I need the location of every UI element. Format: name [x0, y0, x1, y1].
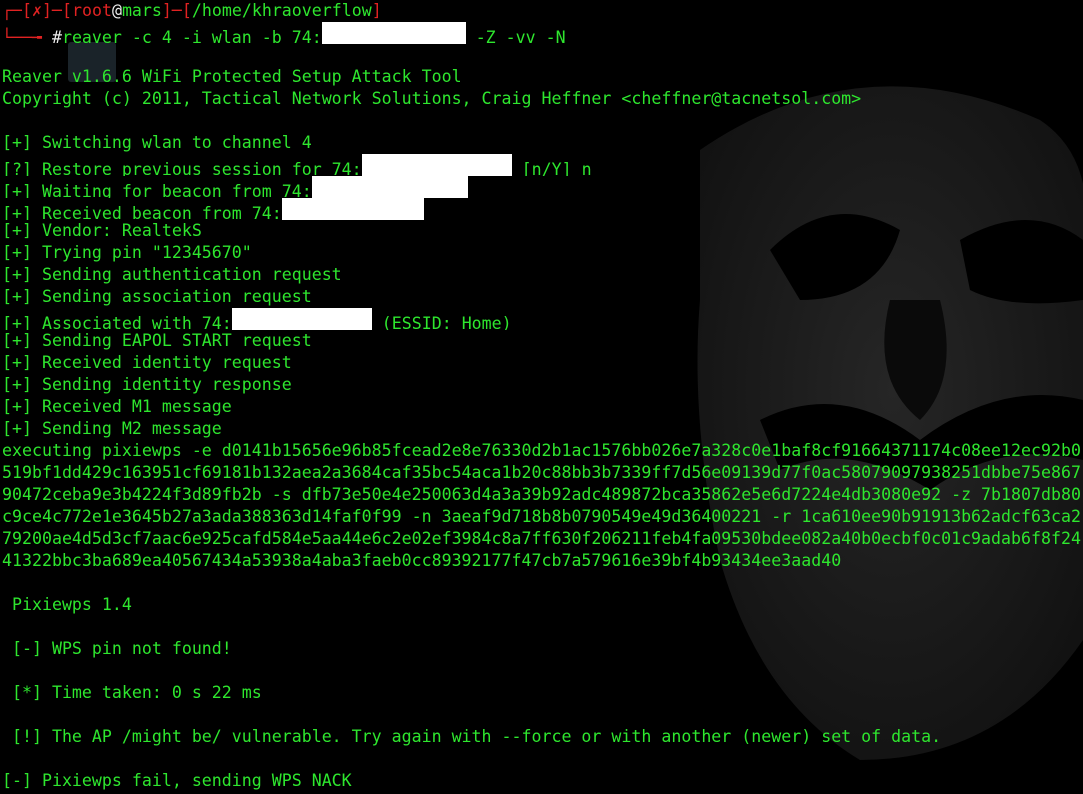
prompt-host: mars: [121, 1, 162, 20]
pixie-fail: [-] Pixiewps fail, sending WPS NACK: [2, 771, 352, 790]
pixie-version: Pixiewps 1.4: [2, 595, 132, 614]
tool-title: Reaver v1.6.6 WiFi Protected Setup Attac…: [2, 67, 462, 86]
pixie-command-line: c9ce4c772e1e3645b27a3ada388363d14faf0f99…: [2, 507, 1081, 526]
log-trying-pin: [+] Trying pin "12345670": [2, 243, 252, 262]
command-tail: -Z -vv -N: [465, 28, 566, 44]
log-waiting: [+] Waiting for beacon from 74:: [2, 176, 1083, 198]
log-associated: [+] Associated with 74: (ESSID: Home): [2, 308, 1083, 330]
pixie-command-line: 79200ae4d5d3cf7aac6e925cafd584e5aa44e6c2…: [2, 529, 1081, 548]
root-hash-icon: #: [51, 28, 62, 44]
log-restore: [?] Restore previous session for 74: [n/…: [2, 154, 1083, 176]
pixie-command-line: executing pixiewps -e d0141b15656e96b85f…: [2, 441, 1081, 460]
redacted-bssid: [281, 198, 424, 220]
redacted-bssid: [311, 176, 468, 198]
log-auth: [+] Sending authentication request: [2, 265, 342, 284]
prompt-path: /home/khraoverflow: [191, 1, 372, 20]
redacted-bssid: [231, 308, 372, 330]
log-eapol: [+] Sending EAPOL START request: [2, 331, 312, 350]
log-identity-request: [+] Received identity request: [2, 353, 292, 372]
redacted-bssid: [361, 154, 512, 176]
pixie-command-line: 90472ceba9e3b4224f3d89fb2b -s dfb73e50e4…: [2, 485, 1081, 504]
prompt-user: root: [71, 1, 112, 20]
redacted-bssid: [321, 22, 466, 44]
pixie-vulnerable: [!] The AP /might be/ vulnerable. Try ag…: [2, 727, 942, 746]
log-m1: [+] Received M1 message: [2, 397, 232, 416]
tool-copyright: Copyright (c) 2011, Tactical Network Sol…: [2, 89, 862, 108]
pixie-command-line: 519bf1dd429c163951cf69181b132aea2a3684ca…: [2, 463, 1081, 482]
log-m2: [+] Sending M2 message: [2, 419, 222, 438]
pixie-not-found: [-] WPS pin not found!: [2, 639, 232, 658]
pixie-command-line: 41322bbc3ba689ea40567434a53938a4aba3faeb…: [2, 551, 842, 570]
log-switching: [+] Switching wlan to channel 4: [2, 133, 312, 152]
log-received-beacon: [+] Received beacon from 74:: [2, 198, 1083, 220]
prompt-line: ┌─[✗]─[root@mars]─[/home/khraoverflow]: [2, 1, 382, 20]
log-vendor: [+] Vendor: RealtekS: [2, 221, 202, 240]
status-x-icon: ✗: [31, 1, 42, 20]
terminal-output[interactable]: ┌─[✗]─[root@mars]─[/home/khraoverflow] └…: [2, 0, 1083, 794]
pixie-time: [*] Time taken: 0 s 22 ms: [2, 683, 262, 702]
command-line[interactable]: └──╼ #reaver -c 4 -i wlan -b 74: -Z -vv …: [2, 22, 1083, 44]
log-identity-response: [+] Sending identity response: [2, 375, 292, 394]
command-text: reaver -c 4 -i wlan -b 74:: [61, 28, 322, 44]
log-assoc: [+] Sending association request: [2, 287, 312, 306]
